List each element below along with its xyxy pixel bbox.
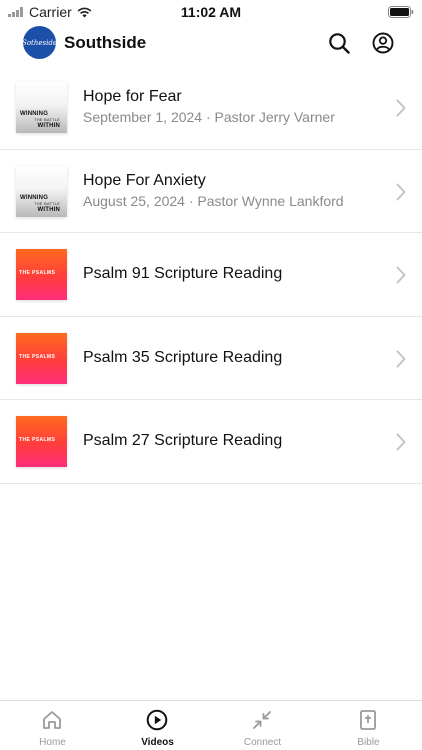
thumbnail-text: WINNING THE BATTLE WITHIN [20,111,66,129]
thumbnail-line1: WINNING [20,194,49,201]
thumbnail-text: THE PSALMS [19,437,56,443]
chevron-right-icon [396,266,406,284]
video-title: Psalm 35 Scripture Reading [83,348,283,366]
app-title: Southside [64,33,147,52]
app-header: Sotheside Southside [0,26,422,62]
list-item[interactable]: THE PSALMS Psalm 27 Scripture Reading [0,400,422,484]
tab-home[interactable]: Home [0,701,105,750]
video-thumbnail: THE PSALMS [16,332,67,384]
home-icon [43,711,61,729]
video-subtitle: August 25, 2024 · Pastor Wynne Lankford [83,192,344,209]
video-thumbnail: WINNING THE BATTLE WITHIN [16,165,67,217]
list-item[interactable]: WINNING THE BATTLE WITHIN Hope for Fear … [0,66,422,150]
logo-text: Sotheside [22,38,57,47]
search-icon [329,33,350,54]
tab-label: Videos [141,737,174,748]
tab-label: Home [39,737,66,748]
play-circle-icon [146,709,168,731]
video-thumbnail: WINNING THE BATTLE WITHIN [16,82,67,133]
status-time: 11:02 AM [180,4,242,20]
video-title: Psalm 91 Scripture Reading [83,265,283,282]
thumbnail-text: WINNING THE BATTLE WITHIN [20,195,66,213]
video-thumbnail: THE PSALMS [16,249,67,300]
tab-label: Connect [243,737,282,748]
thumbnail-text: THE PSALMS [19,270,56,276]
profile-button[interactable] [370,30,396,56]
thumbnail-text: THE PSALMS [19,353,56,360]
tab-bar: Home Videos Connect Bible [0,700,422,750]
chevron-right-icon [396,183,406,200]
chevron-right-icon [396,433,406,451]
list-item[interactable]: THE PSALMS Psalm 91 Scripture Reading [0,233,422,317]
search-button[interactable] [326,30,352,56]
connect-icon [253,711,271,729]
thumbnail-line3: WITHIN [37,206,60,213]
list-item[interactable]: WINNING THE BATTLE WITHIN Hope For Anxie… [0,150,422,233]
church-logo: Sotheside [22,26,57,59]
tab-connect[interactable]: Connect [210,701,315,750]
video-list: WINNING THE BATTLE WITHIN Hope for Fear … [0,66,422,484]
profile-icon [372,32,394,54]
tab-label: Bible [357,737,380,748]
chevron-right-icon [396,99,406,117]
list-item[interactable]: THE PSALMS Psalm 35 Scripture Reading [0,317,422,400]
video-title: Hope For Anxiety [83,171,206,189]
status-bar: Carrier 11:02 AM [0,0,422,24]
chevron-right-icon [396,350,406,367]
thumbnail-line3: WITHIN [37,123,60,129]
video-title: Hope for Fear [83,88,182,105]
bible-icon [360,710,376,730]
tab-bible[interactable]: Bible [316,701,421,750]
video-title: Psalm 27 Scripture Reading [83,432,283,449]
video-subtitle: September 1, 2024 · Pastor Jerry Varner [83,109,335,125]
tab-videos[interactable]: Videos [105,701,210,750]
battery-icon [388,5,414,23]
video-thumbnail: THE PSALMS [16,416,67,467]
